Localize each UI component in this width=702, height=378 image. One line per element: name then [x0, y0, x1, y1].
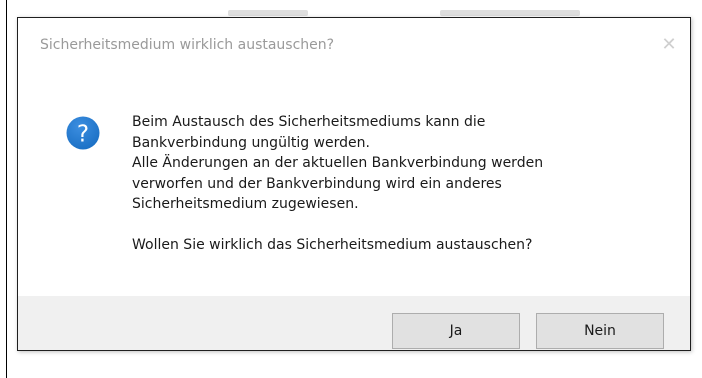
- message-line: Bankverbindung ungültig werden.: [132, 134, 370, 151]
- confirm-dialog: Sicherheitsmedium wirklich austauschen? …: [17, 17, 691, 351]
- question-icon: ?: [66, 116, 100, 150]
- background-window-fragment: [440, 10, 580, 16]
- message-question: Wollen Sie wirklich das Sicherheitsmediu…: [132, 236, 533, 253]
- no-button[interactable]: Nein: [536, 313, 664, 349]
- dialog-titlebar[interactable]: Sicherheitsmedium wirklich austauschen? …: [18, 18, 690, 74]
- background-window-edge: [6, 0, 7, 378]
- dialog-button-bar: Ja Nein: [18, 296, 690, 350]
- dialog-message: Beim Austausch des Sicherheitsmediums ka…: [132, 112, 672, 255]
- svg-text:?: ?: [77, 122, 89, 148]
- message-line: Alle Änderungen an der aktuellen Bankver…: [132, 155, 544, 171]
- yes-button[interactable]: Ja: [392, 313, 520, 349]
- message-line: Sicherheitsmedium zugewiesen.: [132, 196, 359, 212]
- close-icon[interactable]: ✕: [656, 32, 682, 58]
- dialog-content: ? Beim Austausch des Sicherheitsmediums …: [18, 74, 690, 296]
- screen: Sicherheitsmedium wirklich austauschen? …: [0, 0, 702, 378]
- background-window-fragment: [228, 10, 308, 16]
- message-line: Beim Austausch des Sicherheitsmediums ka…: [132, 114, 486, 130]
- message-line: verworfen und der Bankverbindung wird ei…: [132, 175, 502, 192]
- dialog-title: Sicherheitsmedium wirklich austauschen?: [40, 37, 335, 53]
